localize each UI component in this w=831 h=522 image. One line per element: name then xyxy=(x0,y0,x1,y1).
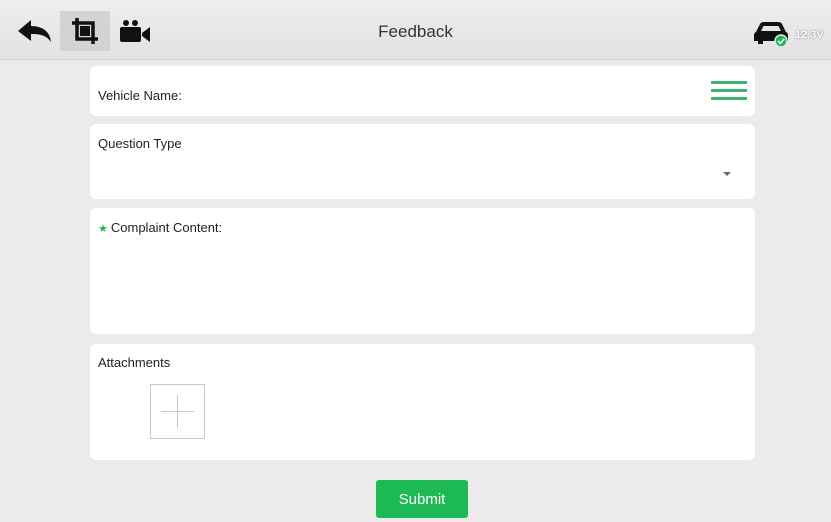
vehicle-connection-status xyxy=(752,18,792,48)
battery-voltage: 12.3V xyxy=(795,29,824,41)
top-bar: Feedback 12.3V xyxy=(0,0,831,60)
vehicle-name-field[interactable]: Vehicle Name: xyxy=(90,66,755,116)
required-star-icon: ★ xyxy=(98,223,108,235)
submit-button[interactable]: Submit xyxy=(376,480,468,518)
plus-icon-vertical xyxy=(177,395,178,428)
attachments-section: Attachments xyxy=(90,344,755,460)
complaint-content-label: ★ Complaint Content: xyxy=(98,220,222,235)
complaint-label-text: Complaint Content: xyxy=(110,220,223,235)
question-type-select[interactable]: Question Type xyxy=(90,124,755,199)
add-attachment-button[interactable] xyxy=(150,384,205,439)
attachments-label: Attachments xyxy=(98,355,171,370)
complaint-content-textarea[interactable]: ★ Complaint Content: xyxy=(90,208,755,334)
page-title: Feedback xyxy=(378,22,453,41)
dropdown-arrow-icon[interactable] xyxy=(723,172,731,176)
car-connected-icon xyxy=(754,22,788,48)
question-type-label: Question Type xyxy=(98,136,182,151)
vehicle-name-label: Vehicle Name: xyxy=(98,88,182,103)
menu-icon[interactable] xyxy=(711,81,747,101)
